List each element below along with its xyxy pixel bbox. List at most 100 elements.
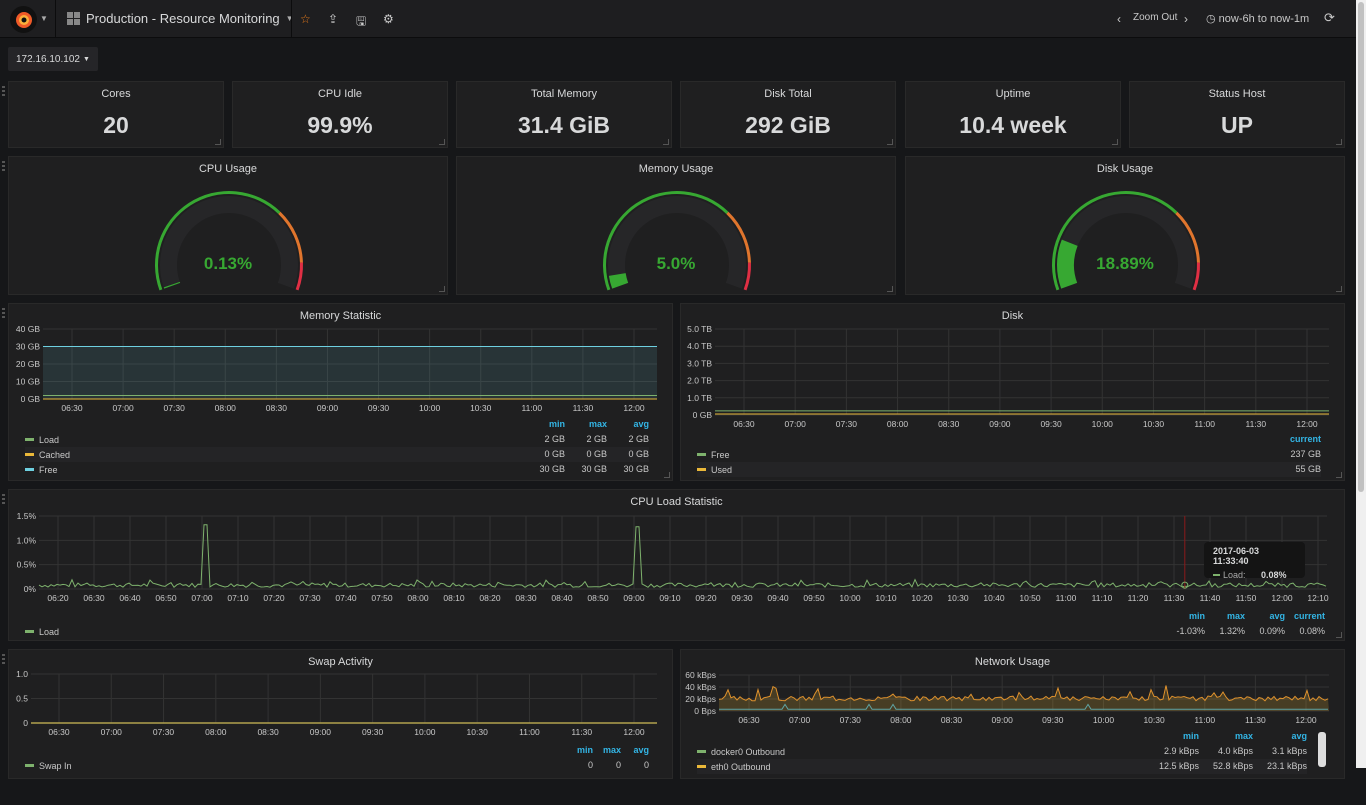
x-tick-label: 09:00 (992, 715, 1014, 725)
zoom-out-button[interactable]: Zoom Out (1133, 12, 1177, 23)
legend-swatch (25, 453, 34, 456)
disk-chart[interactable]: 5.0 TB 4.0 TB 3.0 TB 2.0 TB 1.0 TB 0 GB 06:30 0… (681, 304, 1346, 434)
stat-value: 31.4 GiB (517, 112, 611, 138)
x-tick-label: 10:00 (414, 727, 436, 737)
logo-caret-icon[interactable]: ▼ (40, 14, 48, 23)
x-tick-label: 10:50 (1019, 593, 1041, 603)
x-tick-label: 11:20 (1128, 593, 1149, 603)
gauge-value: 5.0% (656, 254, 696, 273)
stat-panel-total-memory: Total Memory 31.4 GiB (456, 81, 672, 148)
y-tick-label: 0.5% (17, 560, 37, 570)
legend-swatch (697, 453, 706, 456)
resize-handle[interactable] (887, 139, 893, 145)
x-tick-label: 06:30 (738, 715, 760, 725)
legend-series-name: Free (39, 464, 58, 475)
resize-handle[interactable] (1336, 472, 1342, 478)
legend-item[interactable]: Load (25, 624, 1325, 639)
x-tick-label: 08:50 (587, 593, 609, 603)
drag-handle[interactable] (2, 654, 5, 664)
x-tick-label: 08:00 (407, 593, 429, 603)
legend-header-min: min (576, 745, 593, 755)
drag-handle[interactable] (2, 86, 5, 96)
gear-icon[interactable]: ⚙ (383, 12, 394, 26)
legend-item[interactable]: Swap In (25, 758, 649, 773)
legend-swatch (697, 750, 706, 753)
legend-scrollbar[interactable] (1318, 732, 1326, 767)
x-tick-label: 07:50 (371, 593, 393, 603)
scrollbar-thumb[interactable] (1358, 2, 1364, 492)
legend-header-max: max (602, 745, 621, 755)
legend-item[interactable]: Free (697, 447, 1321, 462)
stat-panel-disk-total: Disk Total 292 GiB (680, 81, 896, 148)
x-tick-label: 08:30 (938, 419, 960, 429)
x-tick-label: 09:00 (317, 403, 339, 413)
time-picker[interactable]: ◷ now-6h to now-1m (1206, 12, 1309, 25)
x-tick-label: 06:30 (83, 593, 105, 603)
resize-handle[interactable] (1336, 139, 1342, 145)
resize-handle[interactable] (887, 286, 893, 292)
legend-swatch (25, 468, 34, 471)
grafana-logo-icon (15, 11, 32, 28)
share-icon[interactable]: ⇪ (328, 12, 338, 26)
resize-handle[interactable] (1112, 139, 1118, 145)
resize-handle[interactable] (439, 286, 445, 292)
x-tick-label: 10:00 (419, 403, 441, 413)
chevron-left-icon[interactable]: ‹ (1117, 12, 1121, 26)
drag-handle[interactable] (2, 494, 5, 504)
x-tick-label: 11:50 (1236, 593, 1257, 603)
stat-value: UP (1221, 112, 1253, 138)
page-scrollbar[interactable] (1356, 0, 1366, 768)
drag-handle[interactable] (2, 161, 5, 171)
host-variable-value: 172.16.10.102 (16, 53, 80, 65)
legend-header-current: current (1289, 434, 1321, 444)
resize-handle[interactable] (215, 139, 221, 145)
legend-value: 30 GB (623, 464, 649, 474)
cpu-load-panel: CPU Load Statistic 1.5% 1.0% 0.5% 0% 06:20 06… (2, 489, 1346, 641)
y-tick-label: 40 GB (16, 324, 40, 334)
series-area-free (43, 346, 657, 399)
refresh-icon[interactable]: ⟳ (1324, 10, 1335, 26)
chevron-right-icon[interactable]: › (1184, 12, 1188, 26)
x-tick-label: 10:30 (947, 593, 969, 603)
memory-chart[interactable]: 40 GB 30 GB 20 GB 10 GB 0 GB 06:30 07:00 07:30 0… (9, 304, 674, 419)
star-icon[interactable]: ☆ (300, 12, 311, 26)
grafana-logo[interactable] (10, 6, 37, 33)
x-tick-label: 12:10 (1307, 593, 1329, 603)
legend-swatch (697, 468, 706, 471)
x-tick-label: 07:30 (299, 593, 321, 603)
gauge-value: 18.89% (1096, 254, 1154, 273)
x-tick-label: 10:00 (1092, 419, 1114, 429)
stat-value: 20 (103, 112, 129, 138)
drag-handle[interactable] (2, 308, 5, 318)
x-tick-label: 09:30 (1042, 715, 1064, 725)
cpu-load-chart[interactable]: 1.5% 1.0% 0.5% 0% 06:20 06:30 06:40 06:50 07:00 0… (9, 490, 1346, 610)
resize-handle[interactable] (1336, 632, 1342, 638)
legend-value: 3.1 kBps (1271, 746, 1307, 756)
chart-legend: min max avg Swap In 0 0 0 (25, 745, 649, 805)
save-icon[interactable]: 🖫 (356, 12, 366, 33)
legend-series-name: Load (39, 434, 60, 445)
legend-item[interactable]: Used (697, 462, 1321, 477)
resize-handle[interactable] (1336, 286, 1342, 292)
gauge-chart (603, 190, 751, 291)
x-tick-label: 10:10 (875, 593, 897, 603)
resize-handle[interactable] (439, 139, 445, 145)
swap-chart[interactable]: 1.0 0.5 0 06:30 07:00 07:30 08:00 08:30 09:00 09:… (9, 650, 674, 745)
y-tick-label: 20 kBps (685, 694, 716, 704)
legend-value: 30 GB (539, 464, 565, 474)
x-tick-label: 09:30 (1040, 419, 1062, 429)
resize-handle[interactable] (663, 139, 669, 145)
stat-value: 10.4 week (959, 112, 1067, 138)
y-tick-label: 0 Bps (694, 706, 716, 716)
caret-down-icon: ▼ (285, 14, 294, 23)
gauge-chart (155, 190, 303, 291)
x-tick-label: 08:20 (479, 593, 501, 603)
resize-handle[interactable] (664, 472, 670, 478)
dashboard-title-dropdown[interactable]: Production - Resource Monitoring ▼ (67, 11, 294, 26)
x-tick-label: 10:30 (1143, 419, 1165, 429)
x-tick-label: 08:00 (205, 727, 227, 737)
memory-statistic-panel: Memory Statistic 40 GB 30 GB 20 GB 10 GB 0 G… (2, 303, 674, 481)
network-chart[interactable]: 60 kBps 40 kBps 20 kBps 0 Bps 06:30 07:00 07:3… (681, 650, 1346, 730)
host-variable-dropdown[interactable]: 172.16.10.102 ▼ (8, 47, 98, 71)
legend-value: 0.09% (1259, 626, 1285, 636)
